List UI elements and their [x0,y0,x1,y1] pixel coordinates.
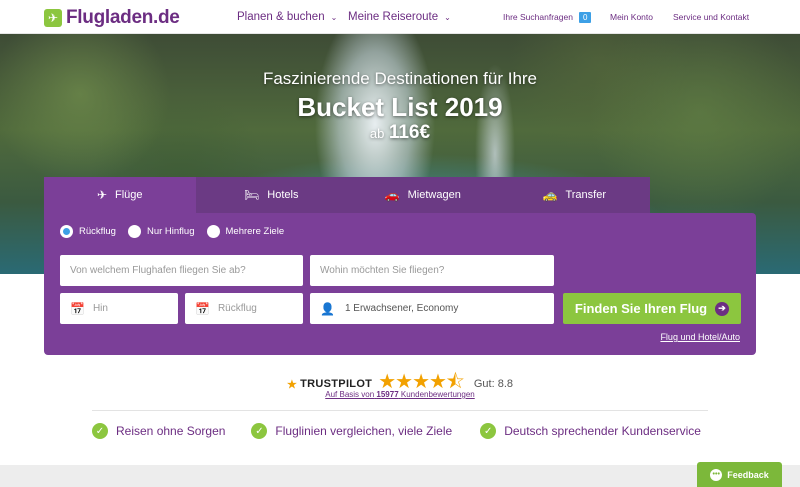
person-icon: 👤 [320,301,335,316]
radio-nur-hinflug[interactable]: Nur Hinflug [127,225,195,238]
return-placeholder: Rückflug [217,303,257,314]
account-link[interactable]: Mein Konto [610,12,653,22]
tab-fluege[interactable]: ✈ Flüge [44,177,196,213]
hero-price-value: 116€ [388,122,431,143]
checkmark-icon: ✓ [92,423,108,439]
flight-search-panel: Rückflug Nur Hinflug Mehrere Ziele Von w… [44,213,756,355]
usp-item: ✓ Deutsch sprechender Kundenservice [480,423,701,439]
find-flight-label: Finden Sie Ihren Flug [574,301,708,316]
hero-price: ab 116€ [0,122,800,144]
plane-logo-icon: ✈ [44,9,62,27]
flight-hotel-link[interactable]: Flug und Hotel/Auto [660,332,740,342]
radio-button[interactable] [60,225,73,238]
checkmark-icon: ✓ [251,423,268,439]
bed-icon: 🛏 [244,188,260,202]
reviews-link[interactable]: Auf Basis von 15977 Kundenbewertungen [0,390,800,399]
nav-meine-reiseroute[interactable]: Meine Reiseroute ⌄ [348,11,451,23]
depart-date-input[interactable]: 📅 Hin [60,293,178,324]
trustpilot-logo[interactable]: ★ TRUSTPILOT [287,378,372,391]
reviews-count: 15977 [376,390,399,399]
trustpilot-brand: TRUSTPILOT [300,378,373,390]
usp-item: ✓ Fluglinien vergleichen, viele Ziele [251,423,452,439]
hero-title: Bucket List 2019 [297,92,503,122]
tab-label: Flüge [115,189,143,201]
tab-label: Transfer [565,189,606,201]
radio-label: Rückflug [79,226,116,237]
reviews-suffix: Kundenbewertungen [400,390,475,399]
nav-label: Meine Reiseroute [348,11,439,23]
from-airport-input[interactable]: Von welchem Flughafen fliegen Sie ab? [60,255,303,286]
feedback-button[interactable]: ••• Feedback [697,462,782,487]
nav-label: Planen & buchen [237,11,325,23]
chevron-down-icon: ⌄ [330,12,338,22]
radio-label: Mehrere Ziele [225,226,285,237]
calendar-depart-icon: 📅 [70,301,85,316]
rating-label: Gut: 8.8 [473,378,514,390]
taxi-icon: 🚕 [542,188,558,202]
to-placeholder: Wohin möchten Sie fliegen? [320,265,445,276]
depart-placeholder: Hin [92,303,108,314]
arrow-right-icon: ➔ [715,301,730,316]
radio-mehrere-ziele[interactable]: Mehrere Ziele [206,225,285,238]
hero-subtitle: Faszinierende Destinationen für Ihre [262,69,538,88]
usp-list: ✓ Reisen ohne Sorgen ✓ Fluglinien vergle… [92,423,701,439]
radio-rueckflug[interactable]: Rückflug [60,225,116,238]
search-tabs: ✈ Flüge 🛏 Hotels 🚗 Mietwagen 🚕 Transfer [44,177,650,213]
radio-button[interactable] [127,225,141,238]
top-header: ✈ Flugladen.de Planen & buchen ⌄ Meine R… [0,0,800,34]
chat-icon: ••• [710,468,723,481]
tab-transfer[interactable]: 🚕 Transfer [498,177,650,213]
logo-text: Flugladen.de [66,7,180,28]
hero-price-prefix: ab [369,126,385,141]
footer-band [0,465,800,487]
feedback-label: Feedback [727,469,769,480]
usp-label: Fluglinien vergleichen, viele Ziele [275,424,453,438]
reviews-prefix: Auf Basis von [325,390,375,399]
chevron-down-icon: ⌄ [444,12,451,22]
trustpilot-star-icon: ★ [286,378,298,391]
radio-button[interactable] [206,225,220,238]
search-requests-label: Ihre Suchanfragen [503,12,573,22]
tab-hotels[interactable]: 🛏 Hotels [195,177,347,213]
nav-planen-buchen[interactable]: Planen & buchen ⌄ [237,11,337,23]
to-destination-input[interactable]: Wohin möchten Sie fliegen? [310,255,554,286]
tab-label: Mietwagen [407,189,461,201]
tab-label: Hotels [267,189,299,201]
usp-item: ✓ Reisen ohne Sorgen [92,423,225,439]
tab-mietwagen[interactable]: 🚗 Mietwagen [347,177,499,213]
checkmark-icon: ✓ [480,423,497,439]
calendar-return-icon: 📅 [195,301,210,316]
service-link[interactable]: Service und Kontakt [673,12,749,22]
usp-label: Deutsch sprechender Kundenservice [504,424,701,438]
passengers-value: 1 Erwachsener, Economy [344,303,459,314]
usp-label: Reisen ohne Sorgen [116,424,226,438]
trip-type-group: Rückflug Nur Hinflug Mehrere Ziele [60,225,296,238]
find-flight-button[interactable]: Finden Sie Ihren Flug ➔ [563,293,741,324]
site-logo[interactable]: ✈ Flugladen.de [44,7,180,29]
passengers-select[interactable]: 👤 1 Erwachsener, Economy [310,293,554,324]
divider [92,410,708,411]
car-icon: 🚗 [384,188,400,202]
radio-label: Nur Hinflug [146,226,195,237]
plane-icon: ✈ [96,188,108,202]
return-date-input[interactable]: 📅 Rückflug [185,293,303,324]
search-requests-link[interactable]: Ihre Suchanfragen 0 [503,12,592,23]
from-placeholder: Von welchem Flughafen fliegen Sie ab? [70,265,246,276]
search-requests-badge: 0 [578,12,592,23]
